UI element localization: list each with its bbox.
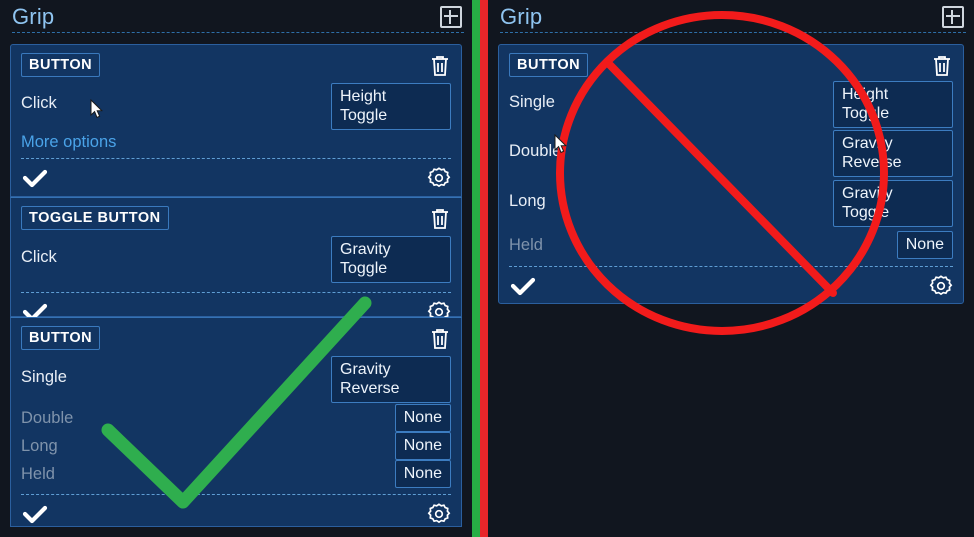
row-divider [21,494,451,495]
gear-icon[interactable] [929,274,953,298]
right-panel: Grip BUTTON Single Height Toggle Double … [488,0,974,537]
right-card-list: BUTTON Single Height Toggle Double Gravi… [488,33,974,304]
divider-green [472,0,480,537]
check-icon[interactable] [509,275,537,297]
row-action-chip[interactable]: Gravity Toggle [331,236,451,283]
card-footer [21,159,451,197]
row-action-chip[interactable]: None [394,432,451,460]
row-label: Single [509,93,555,111]
mapping-row[interactable]: Held None [21,460,451,488]
row-action-line2: Toggle [340,260,388,277]
row-action-line2: Reverse [340,380,400,397]
card-rows: Click Height Toggle More options [21,79,451,159]
row-label: Held [21,464,55,483]
mapping-row[interactable]: Click Height Toggle [21,83,451,130]
trash-icon[interactable] [429,326,451,350]
row-action-line1: Height [340,88,387,105]
row-label: Click [21,94,57,112]
row-action-line1: Gravity [340,361,391,378]
left-card-list: BUTTON Click Height Toggle More options … [0,33,472,527]
card-header: BUTTON [509,53,953,79]
row-action-chip[interactable]: None [394,404,451,432]
card-type-tag: BUTTON [509,53,589,77]
mapping-card[interactable]: BUTTON Click Height Toggle More options [10,44,462,197]
mapping-row[interactable]: Click Gravity Toggle [21,236,451,284]
row-action-chip[interactable]: None [896,231,953,259]
row-label: Long [509,192,546,210]
card-rows: Single Gravity Reverse Double None Long … [21,352,451,495]
trash-icon[interactable] [429,206,451,230]
check-icon[interactable] [21,167,49,189]
card-footer [509,267,953,305]
add-plus-vertical [951,9,953,24]
row-action-line2: Toggle [340,107,388,124]
left-page-title: Grip [12,3,55,29]
row-action-line2: Toggle [842,204,890,221]
add-square-icon[interactable] [440,5,462,28]
add-square-outline [440,5,462,28]
mapping-card[interactable]: BUTTON Single Gravity Reverse Double Non… [10,317,462,527]
left-panel-header: Grip [0,0,472,33]
card-type-tag: BUTTON [21,53,101,77]
add-square-icon[interactable] [942,5,964,28]
trash-icon[interactable] [931,53,953,77]
mapping-row[interactable]: Single Gravity Reverse [21,356,451,404]
mapping-row[interactable]: Long Gravity Toggle [509,180,953,230]
card-footer [21,495,451,533]
row-action-line1: Height [842,86,889,103]
card-type-tag: BUTTON [21,326,101,350]
row-divider [21,292,451,293]
mapping-row[interactable]: Double None [21,404,451,432]
mapping-row[interactable]: Double Gravity Reverse [509,130,953,180]
card-rows: Single Height Toggle Double Gravity Reve… [509,79,953,267]
right-panel-header: Grip [488,0,974,33]
row-action-chip[interactable]: Height Toggle [833,81,953,128]
row-action-chip[interactable]: Gravity Reverse [331,356,451,403]
row-label: Single [21,368,67,386]
card-header: TOGGLE BUTTON [21,206,451,232]
divider-red [480,0,488,537]
row-action-line2: Reverse [842,154,902,171]
card-header: BUTTON [21,326,451,352]
row-divider [509,266,953,267]
add-plus-horizontal [444,14,458,17]
card-rows: Click Gravity Toggle [21,232,451,293]
card-type-tag: TOGGLE BUTTON [21,206,169,230]
add-plus-horizontal [946,14,960,17]
mapping-card[interactable]: TOGGLE BUTTON Click Gravity Toggle [10,197,462,322]
more-options-link[interactable]: More options [21,130,451,154]
row-label: Double [21,408,74,427]
row-action-line1: Gravity [340,241,391,258]
add-plus-vertical [449,9,451,24]
mapping-card[interactable]: BUTTON Single Height Toggle Double Gravi… [498,44,964,304]
row-action-chip[interactable]: Gravity Toggle [833,180,953,227]
row-label: Double [509,142,562,160]
mapping-row[interactable]: Single Height Toggle [509,81,953,130]
row-divider [21,158,451,159]
row-label: Long [21,436,58,455]
app-root: Grip BUTTON Click Height Toggle More opt… [0,0,974,537]
row-label: Held [509,235,543,254]
gear-icon[interactable] [427,166,451,190]
mapping-row[interactable]: Held None [509,230,953,260]
row-label: Click [21,248,57,266]
card-header: BUTTON [21,53,451,79]
mapping-row[interactable]: Long None [21,432,451,460]
right-page-title: Grip [500,3,543,29]
row-action-chip[interactable]: Gravity Reverse [833,130,953,177]
row-action-line1: Gravity [842,185,893,202]
gear-icon[interactable] [427,502,451,526]
row-action-chip[interactable]: Height Toggle [331,83,451,130]
row-action-line1: Gravity [842,135,893,152]
check-icon[interactable] [21,503,49,525]
row-action-chip[interactable]: None [394,460,451,488]
trash-icon[interactable] [429,53,451,77]
add-square-outline [942,5,964,28]
left-panel: Grip BUTTON Click Height Toggle More opt… [0,0,472,537]
row-action-line2: Toggle [842,105,890,122]
